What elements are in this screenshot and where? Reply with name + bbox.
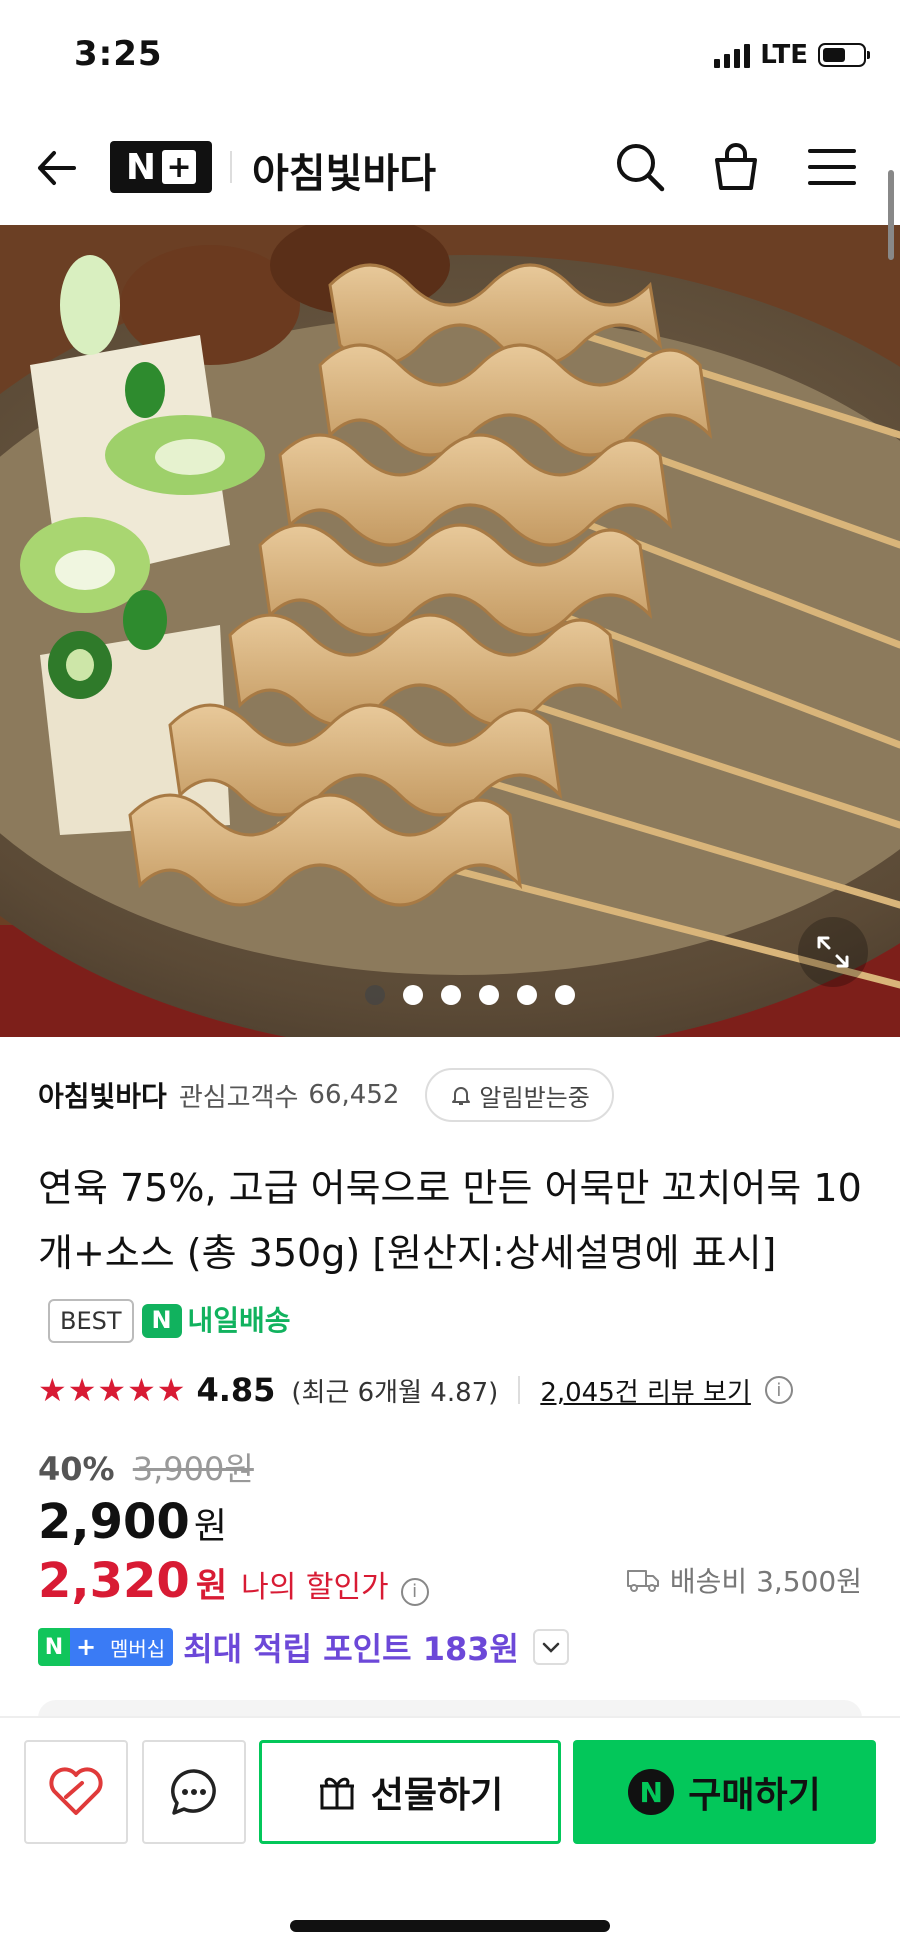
notify-label: 알림받는중 (479, 1083, 590, 1112)
fish-cake-skewers-image (0, 225, 900, 1037)
chat-bubble-icon (171, 1769, 216, 1815)
naver-pay-icon: N (628, 1769, 675, 1815)
original-price: 3,900원 (132, 1450, 254, 1488)
info-icon[interactable]: i (764, 1376, 793, 1404)
fan-count-label: 관심고객수 (178, 1082, 299, 1113)
expand-icon (817, 936, 849, 968)
carousel-dot[interactable] (479, 985, 499, 1005)
menu-icon[interactable] (804, 139, 860, 195)
rating-summary: ★★★★★ 4.85 (최근 6개월 4.87) 2,045건 리뷰 보기 i (38, 1368, 793, 1412)
battery-icon (818, 43, 870, 67)
back-arrow-icon[interactable] (32, 143, 82, 193)
carousel-dot[interactable] (517, 985, 537, 1005)
status-bar: 3:25 LTE (0, 0, 900, 115)
heart-icon (49, 1767, 103, 1815)
carousel-dot[interactable] (365, 985, 385, 1005)
product-image-carousel[interactable] (0, 225, 900, 1037)
buy-label: 구매하기 (688, 1775, 821, 1816)
gift-icon (319, 1777, 354, 1810)
sale-price-value: 2,900 (38, 1494, 190, 1550)
max-points-text: 최대 적립 포인트 183원 (183, 1630, 519, 1668)
carousel-dot[interactable] (441, 985, 461, 1005)
my-discount-price: 2,320 원 나의 할인가 i (38, 1553, 429, 1609)
next-day-delivery-label: 내일배송 (187, 1304, 291, 1337)
search-icon[interactable] (612, 139, 668, 195)
sale-price-currency: 원 (193, 1506, 227, 1547)
sale-price: 2,900 원 (38, 1494, 227, 1550)
carousel-dot[interactable] (403, 985, 423, 1005)
bottom-action-bar: 선물하기 N 구매하기 (0, 1716, 900, 1950)
status-time: 3:25 (74, 34, 163, 74)
naver-plus-membership-badge: N + 멤버십 (38, 1628, 174, 1666)
notification-subscribed-button[interactable]: 알림받는중 (425, 1068, 614, 1122)
star-rating-icon: ★★★★★ (38, 1371, 187, 1409)
delivery-truck-icon: N (141, 1303, 182, 1338)
wishlist-button[interactable] (24, 1740, 128, 1844)
top-navigation: N + 아침빛바다 (0, 115, 900, 225)
product-title: 연육 75%, 고급 어묵으로 만든 어묵만 꼬치어묵 10개+소스 (총 35… (38, 1156, 868, 1353)
cart-icon[interactable] (708, 139, 764, 195)
gift-label: 선물하기 (370, 1775, 504, 1816)
shipping-fee-text: 배송비 3,500원 (669, 1565, 862, 1598)
carousel-dot[interactable] (555, 985, 575, 1005)
gift-button[interactable]: 선물하기 (259, 1740, 561, 1844)
next-day-delivery-badge: N 내일배송 (141, 1288, 291, 1353)
network-label: LTE (760, 40, 808, 70)
carousel-dots (0, 985, 900, 1005)
scrollbar[interactable] (888, 170, 894, 260)
header-divider (230, 151, 232, 183)
my-price-currency: 원 (195, 1566, 228, 1606)
review-link[interactable]: 2,045건 리뷰 보기 (540, 1372, 751, 1409)
shipping-fee: 배송비 3,500원 (626, 1560, 862, 1600)
fan-count: 66,452 (308, 1080, 400, 1110)
signal-icon (714, 42, 751, 68)
naver-plus-store-logo[interactable]: N + (110, 141, 212, 193)
truck-icon (626, 1570, 659, 1592)
status-indicators: LTE (714, 40, 870, 70)
rating-score: 4.85 (196, 1371, 276, 1409)
home-indicator (290, 1920, 610, 1932)
best-badge: BEST (48, 1298, 134, 1343)
buy-button[interactable]: N 구매하기 (573, 1740, 876, 1844)
seller-info: 아침빛바다 관심고객수 66,452 알림받는중 (38, 1068, 614, 1122)
divider (518, 1376, 521, 1404)
membership-points: N + 멤버십 최대 적립 포인트 183원 (38, 1624, 569, 1670)
bell-icon (452, 1087, 471, 1105)
points-expand-button[interactable] (532, 1629, 569, 1665)
my-price-label: 나의 할인가 (241, 1570, 389, 1605)
recent-rating: (최근 6개월 4.87) (291, 1377, 499, 1408)
discount-rate: 40% (38, 1450, 115, 1488)
chat-button[interactable] (142, 1740, 246, 1844)
expand-image-button[interactable] (798, 917, 868, 987)
chevron-down-icon (542, 1642, 560, 1653)
discount-row: 40% 3,900원 (38, 1444, 254, 1490)
store-name[interactable]: 아침빛바다 (252, 141, 436, 199)
info-icon[interactable]: i (400, 1577, 429, 1606)
seller-name[interactable]: 아침빛바다 (38, 1075, 167, 1115)
product-title-text: 연육 75%, 고급 어묵으로 만든 어묵만 꼬치어묵 10개+소스 (총 35… (38, 1166, 862, 1275)
my-price-value: 2,320 (38, 1553, 190, 1609)
